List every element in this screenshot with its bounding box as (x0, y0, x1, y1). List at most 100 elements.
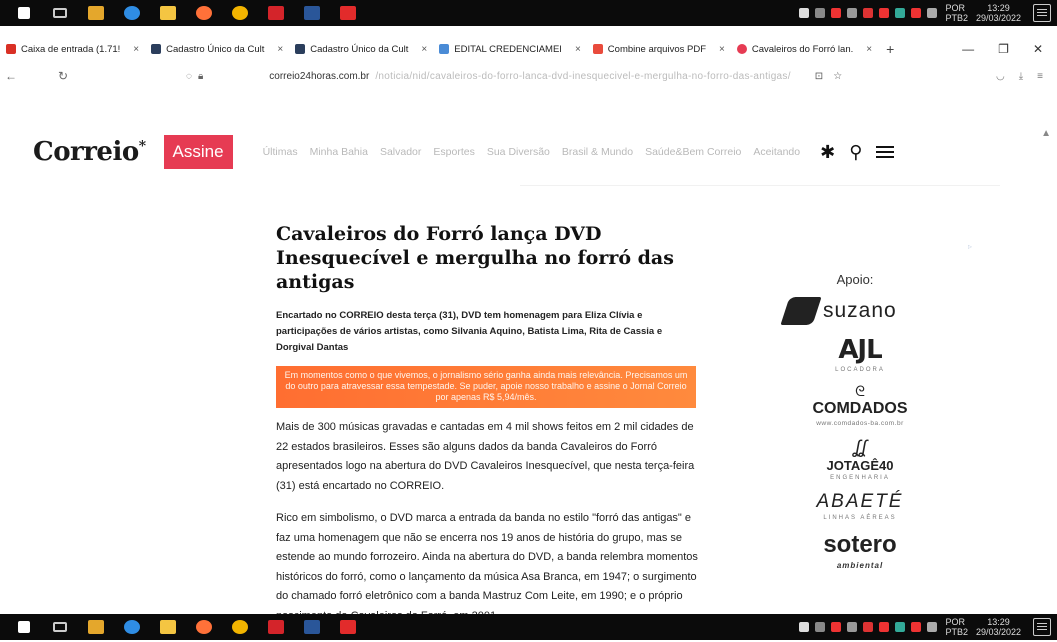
sponsor-comdados[interactable]: ᘓ COMDADOS www.comdados-ba.com.br (785, 383, 935, 427)
reload-icon[interactable]: ↻ (52, 69, 74, 83)
chrome-icon[interactable] (222, 614, 258, 640)
site-header: Correio* Assine Últimas Minha Bahia Salv… (0, 124, 1040, 180)
close-icon[interactable]: × (421, 44, 427, 55)
close-icon[interactable]: × (277, 44, 283, 55)
firefox-icon[interactable] (186, 614, 222, 640)
notification-icon[interactable] (1033, 4, 1051, 22)
sponsor-abaete[interactable]: ABAETÉ LINHAS AÉREAS (785, 491, 935, 521)
ie-icon[interactable] (114, 614, 150, 640)
sponsor-jotage[interactable]: ʆʆ JOTAGÊ40 ENGENHARIA (785, 437, 935, 481)
windows-start-icon[interactable] (6, 614, 42, 640)
sponsors-sidebar: Apoio: suzano AJL LOCADORA ᘓ COMDADOS ww… (780, 272, 935, 570)
pdf-icon[interactable] (330, 0, 366, 26)
files-icon[interactable] (150, 0, 186, 26)
sponsor-ajl[interactable]: AJL LOCADORA (785, 335, 935, 373)
star-icon[interactable]: ✱ (820, 142, 835, 163)
ad-choices-icon[interactable]: ▹ (968, 242, 972, 251)
reader-view-icon[interactable]: ⊡ (815, 71, 823, 82)
sponsor-sotero[interactable]: sotero ambiental (785, 531, 935, 570)
top-taskbar: POR PTB2 13:29 29/03/2022 (0, 0, 1057, 26)
clock[interactable]: 13:29 29/03/2022 (976, 3, 1021, 23)
article: Cavaleiros do Forró lança DVD Inesquecív… (276, 222, 701, 626)
windows-start-icon[interactable] (6, 0, 42, 26)
tab-label: EDITAL CREDENCIAMEI (454, 43, 562, 55)
chrome-icon[interactable] (222, 0, 258, 26)
clock-time: 13:29 (987, 617, 1010, 627)
close-icon[interactable]: × (719, 44, 725, 55)
nav-item-esportes[interactable]: Esportes (433, 146, 474, 158)
close-icon[interactable]: × (575, 44, 581, 55)
tab-edital[interactable]: EDITAL CREDENCIAMEI × (433, 38, 587, 60)
site-icon (151, 44, 162, 54)
notification-icon[interactable] (1033, 618, 1051, 636)
subscribe-promo-banner[interactable]: Em momentos como o que vivemos, o jornal… (276, 366, 696, 408)
tab-bar: Caixa de entrada (1.71! × Cadastro Único… (0, 36, 1057, 62)
files-icon[interactable] (150, 614, 186, 640)
tab-cadastro-1[interactable]: Cadastro Único da Cult × (145, 38, 289, 60)
nav-item-sua-diversao[interactable]: Sua Diversão (487, 146, 550, 158)
tab-label: Combine arquivos PDF (607, 43, 707, 55)
sponsor-name: AJL (838, 335, 882, 365)
task-view-icon[interactable] (42, 0, 78, 26)
sponsor-name: suzano (823, 299, 897, 322)
tab-cavaleiros[interactable]: Cavaleiros do Forró lan. × (730, 38, 879, 60)
tab-cadastro-2[interactable]: Cadastro Único da Cult × (289, 38, 433, 60)
language-indicator[interactable]: POR PTB2 (945, 3, 968, 23)
task-view-icon[interactable] (42, 614, 78, 640)
hamburger-menu-icon[interactable] (876, 151, 895, 153)
nav-item-ultimas[interactable]: Últimas (263, 146, 298, 158)
download-icon[interactable]: ⤓ (1019, 71, 1023, 82)
pdf-icon[interactable] (330, 614, 366, 640)
lang-code: POR (945, 617, 965, 627)
close-window-icon[interactable]: ✕ (1033, 42, 1043, 56)
nav-item-salvador[interactable]: Salvador (380, 146, 421, 158)
new-tab-icon[interactable]: + (878, 41, 902, 57)
address-bar[interactable]: ◌ 🔒︎ correio24horas.com.br /noticia/nid/… (186, 71, 842, 82)
word-icon[interactable] (294, 614, 330, 640)
nav-item-aceitando[interactable]: Aceitando (753, 146, 800, 158)
explorer-icon[interactable] (78, 614, 114, 640)
lock-icon[interactable]: 🔒︎ (198, 71, 203, 82)
clock-date: 29/03/2022 (975, 13, 1021, 23)
back-icon[interactable]: ← (0, 69, 22, 83)
article-subtitle: Encartado no CORREIO desta terça (31), D… (276, 310, 663, 353)
sponsor-name: ABAETÉ (816, 491, 904, 512)
bookmark-star-icon[interactable]: ☆ (833, 71, 842, 82)
clock-date: 29/03/2022 (975, 627, 1021, 637)
scroll-up-icon[interactable]: ▲ (1041, 128, 1051, 139)
nav-item-minha-bahia[interactable]: Minha Bahia (310, 146, 368, 158)
tab-combine-pdf[interactable]: Combine arquivos PDF × (587, 38, 731, 60)
system-tray[interactable] (799, 622, 938, 632)
tab-label: Cavaleiros do Forró lan. (751, 43, 854, 55)
ie-icon[interactable] (114, 0, 150, 26)
acrobat-icon[interactable] (258, 614, 294, 640)
header-divider (520, 185, 1000, 186)
tab-gmail[interactable]: Caixa de entrada (1.71! × (0, 38, 145, 60)
word-icon[interactable] (294, 0, 330, 26)
language-indicator[interactable]: POR PTB2 (945, 617, 968, 637)
main-nav: Últimas Minha Bahia Salvador Esportes Su… (263, 146, 801, 158)
nav-item-brasil-mundo[interactable]: Brasil & Mundo (562, 146, 633, 158)
sponsor-tagline: www.comdados-ba.com.br (816, 420, 904, 427)
pocket-icon[interactable]: ◡ (996, 71, 1005, 82)
firefox-icon[interactable] (186, 0, 222, 26)
subscribe-button[interactable]: Assine (163, 135, 233, 169)
close-icon[interactable]: × (133, 44, 139, 55)
shield-icon[interactable]: ◌ (186, 71, 192, 82)
sponsor-tagline: LOCADORA (835, 367, 885, 373)
lang-layout: PTB2 (945, 13, 968, 23)
correio-logo[interactable]: Correio* (33, 137, 146, 167)
sponsor-suzano[interactable]: suzano (780, 297, 935, 325)
explorer-icon[interactable] (78, 0, 114, 26)
menu-icon[interactable]: ≡ (1037, 71, 1043, 82)
close-icon[interactable]: × (866, 44, 872, 55)
correio-star-icon (736, 44, 747, 54)
minimize-icon[interactable]: — (962, 42, 974, 56)
search-icon[interactable]: ⚲ (849, 142, 862, 163)
restore-icon[interactable]: ❐ (998, 42, 1009, 56)
document-icon (439, 44, 450, 54)
clock[interactable]: 13:29 29/03/2022 (976, 617, 1021, 637)
acrobat-icon[interactable] (258, 0, 294, 26)
system-tray[interactable] (799, 8, 938, 18)
nav-item-saude[interactable]: Saúde&Bem Correio (645, 146, 741, 158)
